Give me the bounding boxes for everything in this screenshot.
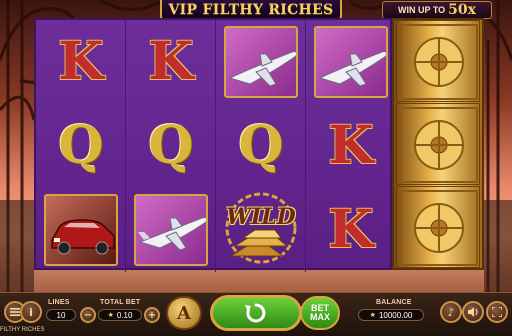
vault-reel — [392, 18, 484, 270]
balance-value: 10000.00 — [378, 310, 413, 320]
coin-icon: ★ — [369, 312, 376, 319]
footer-game-name: FILTHY RICHES — [0, 327, 45, 333]
vault-door-symbol — [396, 20, 480, 102]
total-bet-label: TOTAL BET — [100, 299, 141, 306]
vault-dial-icon — [400, 190, 478, 266]
fullscreen-button[interactable] — [486, 301, 508, 323]
symbol-queen: Q — [126, 104, 216, 188]
symbol-plane — [306, 20, 396, 104]
symbol-king: K — [306, 188, 396, 272]
queen-letter: Q — [238, 115, 284, 176]
autoplay-button[interactable]: A — [166, 296, 202, 330]
wild-gold-bars-icon — [225, 192, 297, 264]
vault-dial-icon — [400, 24, 478, 100]
plane-tile — [134, 194, 208, 266]
lines-label: LINES — [48, 299, 70, 306]
vault-door-symbol — [396, 186, 480, 268]
private-jet-icon — [138, 217, 206, 251]
king-letter: K — [328, 199, 374, 260]
king-letter: K — [148, 31, 194, 92]
vault-door-symbol — [396, 103, 480, 185]
game-scene: VIP FILTHY RICHES WIN UP TO 50x K Q K Q … — [0, 0, 512, 336]
symbol-plane — [216, 20, 306, 104]
lines-value[interactable]: 10 — [46, 309, 76, 321]
spin-arrow-icon — [245, 303, 266, 323]
total-bet-value: 0.10 — [116, 310, 133, 320]
plane-tile — [314, 26, 388, 98]
info-icon: i — [29, 305, 33, 319]
fullscreen-icon — [492, 307, 502, 317]
symbol-wild: WILD — [216, 188, 306, 272]
reel-2: K Q — [126, 20, 216, 272]
music-button[interactable]: ♪ — [440, 301, 462, 323]
king-letter: K — [58, 31, 104, 92]
reel-4: K K — [306, 20, 396, 272]
win-up-to-label: WIN UP TO — [397, 5, 446, 15]
wild-symbol: WILD — [217, 190, 305, 270]
balance-label: BALANCE — [376, 299, 412, 306]
private-jet-icon — [318, 51, 386, 87]
car-icon — [51, 219, 115, 255]
plus-icon: + — [147, 309, 157, 321]
hamburger-icon — [10, 308, 20, 316]
vault-dial-icon — [400, 107, 478, 183]
symbol-car — [36, 188, 126, 272]
music-note-icon: ♪ — [447, 305, 455, 319]
queen-letter: Q — [148, 115, 194, 176]
private-jet-icon — [228, 51, 296, 87]
total-bet-field[interactable]: ★ 0.10 — [98, 309, 142, 321]
minus-icon: − — [83, 309, 93, 321]
symbol-queen: Q — [36, 104, 126, 188]
autoplay-icon: A — [177, 302, 191, 324]
symbol-king: K — [126, 20, 216, 104]
game-title: VIP FILTHY RICHES — [168, 2, 334, 18]
win-up-to-badge: WIN UP TO 50x — [382, 1, 492, 19]
spin-button[interactable] — [210, 295, 302, 331]
car-tile — [44, 194, 118, 266]
bet-max-line2: MAX — [310, 312, 330, 322]
decrease-bet-button[interactable]: − — [80, 307, 96, 323]
queen-letter: Q — [58, 115, 104, 176]
reel-1: K Q — [36, 20, 126, 272]
symbol-king: K — [306, 104, 396, 188]
reel-3: Q WILD — [216, 20, 306, 272]
win-up-to-value: 50x — [448, 2, 476, 18]
symbol-plane — [126, 188, 216, 272]
reel-grid: K Q K Q Q WILD K K — [34, 18, 392, 272]
speaker-icon — [467, 307, 478, 317]
bet-max-button[interactable]: BET MAX — [300, 296, 340, 330]
king-letter: K — [328, 115, 374, 176]
info-button[interactable]: i — [20, 301, 42, 323]
coin-icon: ★ — [107, 312, 114, 319]
wild-label: WILD — [226, 204, 296, 230]
plane-tile — [224, 26, 298, 98]
balance-field: ★ 10000.00 — [358, 309, 424, 321]
increase-bet-button[interactable]: + — [144, 307, 160, 323]
symbol-queen: Q — [216, 104, 306, 188]
symbol-king: K — [36, 20, 126, 104]
sound-button[interactable] — [462, 301, 484, 323]
